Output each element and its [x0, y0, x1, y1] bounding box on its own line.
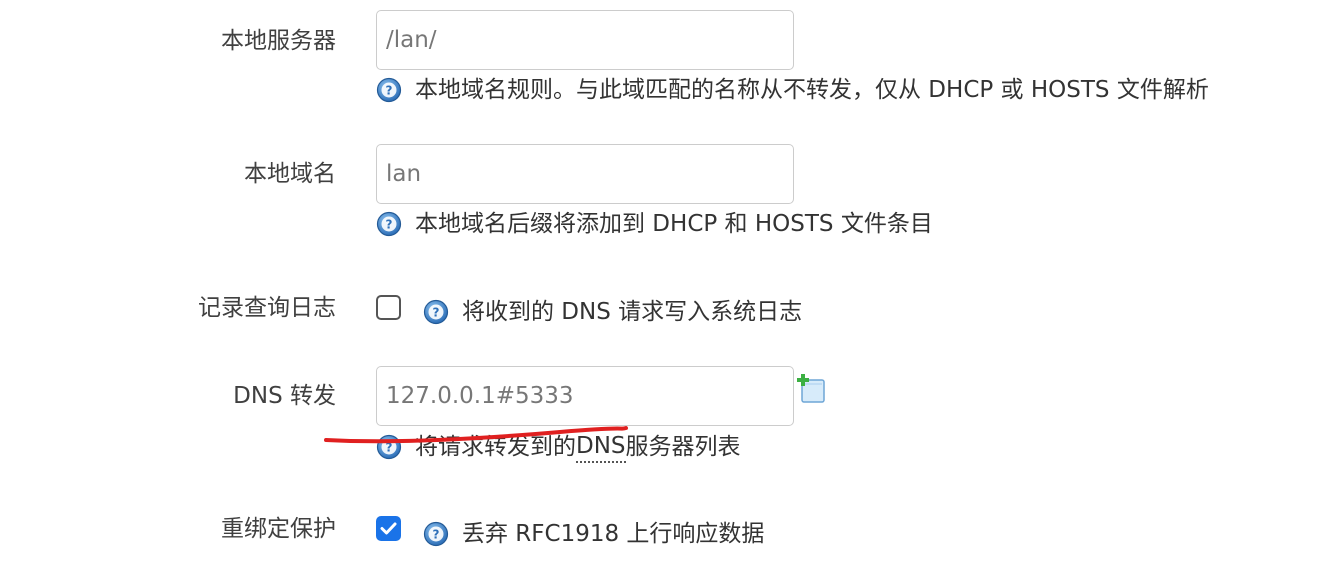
- log-queries-help-text: 将收到的 DNS 请求写入系统日志: [462, 299, 803, 325]
- local-server-label: 本地服务器: [221, 28, 336, 54]
- log-queries-checkbox[interactable]: [376, 295, 401, 320]
- log-queries-help: 将收到的 DNS 请求写入系统日志: [423, 297, 802, 327]
- dns-abbr: DNS: [576, 431, 626, 463]
- rebind-protection-label: 重绑定保护: [221, 516, 336, 542]
- help-question-icon: [376, 434, 402, 460]
- local-server-help: 本地域名规则。与此域匹配的名称从不转发，仅从 DHCP 或 HOSTS 文件解析: [376, 75, 1209, 105]
- local-domain-help: 本地域名后缀将添加到 DHCP 和 HOSTS 文件条目: [376, 209, 933, 239]
- rebind-protection-help-text: 丢弃 RFC1918 上行响应数据: [462, 521, 765, 547]
- help-question-icon: [376, 211, 402, 237]
- help-question-icon: [376, 77, 402, 103]
- dns-forward-help-suffix: 服务器列表: [625, 434, 741, 460]
- dns-forward-label: DNS 转发: [233, 383, 336, 409]
- local-server-help-text: 本地域名规则。与此域匹配的名称从不转发，仅从 DHCP 或 HOSTS 文件解析: [415, 77, 1209, 103]
- rebind-protection-help: 丢弃 RFC1918 上行响应数据: [423, 519, 764, 549]
- dns-forward-help-prefix: 将请求转发到的: [415, 434, 576, 460]
- checkmark-icon: [380, 522, 397, 535]
- help-question-icon: [423, 521, 449, 547]
- local-server-input[interactable]: [376, 10, 794, 70]
- log-queries-label: 记录查询日志: [198, 295, 336, 321]
- local-domain-help-text: 本地域名后缀将添加到 DHCP 和 HOSTS 文件条目: [415, 211, 933, 237]
- local-domain-label: 本地域名: [244, 161, 336, 187]
- help-question-icon: [423, 299, 449, 325]
- local-domain-input[interactable]: [376, 144, 794, 204]
- rebind-protection-checkbox[interactable]: [376, 516, 401, 541]
- dns-forward-input[interactable]: [376, 366, 794, 426]
- dns-forward-help: 将请求转发到的 DNS 服务器列表: [376, 431, 741, 463]
- add-entry-icon[interactable]: [796, 374, 828, 406]
